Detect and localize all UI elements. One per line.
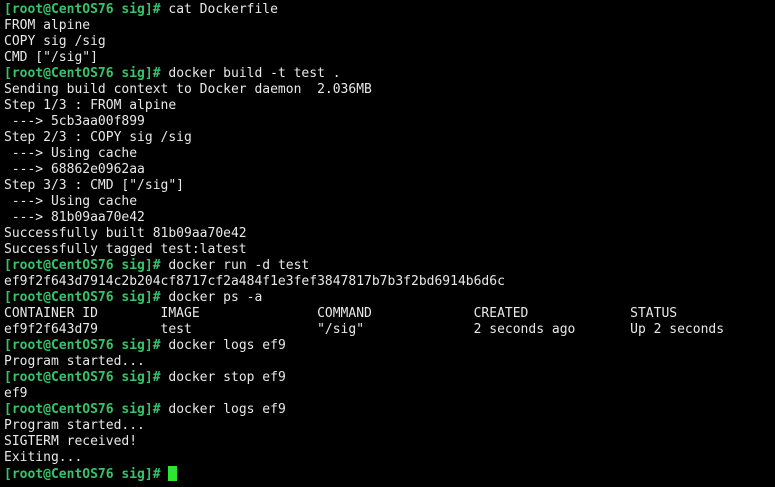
output-text: SIGTERM received! (4, 434, 138, 449)
output-line: ---> 5cb3aa00f899 (4, 114, 771, 130)
output-text: Successfully tagged test:latest (4, 242, 247, 257)
output-text: ef9f2f643d79 test "/sig" 2 seconds ago U… (4, 322, 725, 337)
shell-prompt: [root@CentOS76 sig]# (4, 290, 169, 305)
output-text: ef9 (4, 386, 28, 401)
output-text: Exiting... (4, 450, 83, 465)
output-line: ---> 68862e0962aa (4, 162, 771, 178)
command-line: [root@CentOS76 sig]# docker stop ef9 (4, 370, 771, 386)
output-line: CONTAINER ID IMAGE COMMAND CREATED STATU… (4, 306, 771, 322)
output-line: SIGTERM received! (4, 434, 771, 450)
command-text: docker run -d test (168, 258, 310, 273)
output-text: ---> 5cb3aa00f899 (4, 114, 145, 129)
output-line: ---> Using cache (4, 146, 771, 162)
output-text: ---> 68862e0962aa (4, 162, 145, 177)
output-line: ef9f2f643d79 test "/sig" 2 seconds ago U… (4, 322, 771, 338)
output-text: COPY sig /sig (4, 34, 106, 49)
shell-prompt: [root@CentOS76 sig]# (4, 338, 169, 353)
shell-prompt: [root@CentOS76 sig]# (4, 370, 169, 385)
output-line: FROM alpine (4, 18, 771, 34)
command-line: [root@CentOS76 sig]# docker logs ef9 (4, 402, 771, 418)
output-text: CMD ["/sig"] (4, 50, 98, 65)
command-text: docker logs ef9 (168, 338, 286, 353)
output-line: Sending build context to Docker daemon 2… (4, 82, 771, 98)
output-line: CMD ["/sig"] (4, 50, 771, 66)
command-line: [root@CentOS76 sig]# docker ps -a (4, 290, 771, 306)
output-text: CONTAINER ID IMAGE COMMAND CREATED STATU… (4, 306, 678, 321)
command-line: [root@CentOS76 sig]# docker run -d test (4, 258, 771, 274)
output-text: Program started... (4, 354, 145, 369)
shell-prompt: [root@CentOS76 sig]# (4, 2, 169, 17)
command-text: docker logs ef9 (168, 402, 286, 417)
shell-prompt: [root@CentOS76 sig]# (4, 402, 169, 417)
shell-prompt: [root@CentOS76 sig]# (4, 467, 169, 482)
command-text: cat Dockerfile (168, 2, 278, 17)
command-line: [root@CentOS76 sig]# cat Dockerfile (4, 2, 771, 18)
command-text: docker ps -a (168, 290, 263, 305)
output-text: Step 1/3 : FROM alpine (4, 98, 177, 113)
terminal-window[interactable]: [root@CentOS76 sig]# cat Dockerfile FROM … (0, 0, 775, 487)
shell-prompt: [root@CentOS76 sig]# (4, 258, 169, 273)
output-text: Sending build context to Docker daemon 2… (4, 82, 372, 97)
output-line: Successfully built 81b09aa70e42 (4, 226, 771, 242)
output-line: Exiting... (4, 450, 771, 466)
command-text: docker build -t test . (168, 66, 341, 81)
output-line: Successfully tagged test:latest (4, 242, 771, 258)
output-text: Successfully built 81b09aa70e42 (4, 226, 247, 241)
output-line: Program started... (4, 354, 771, 370)
output-line: ef9 (4, 386, 771, 402)
output-line: COPY sig /sig (4, 34, 771, 50)
output-line: ---> Using cache (4, 194, 771, 210)
shell-prompt: [root@CentOS76 sig]# (4, 66, 169, 81)
command-text: docker stop ef9 (168, 370, 286, 385)
output-text: ---> 81b09aa70e42 (4, 210, 145, 225)
output-text: ---> Using cache (4, 146, 138, 161)
output-line: Step 1/3 : FROM alpine (4, 98, 771, 114)
active-prompt-line: [root@CentOS76 sig]# (4, 466, 771, 482)
output-text: Step 2/3 : COPY sig /sig (4, 130, 192, 145)
output-line: Step 2/3 : COPY sig /sig (4, 130, 771, 146)
output-line: Step 3/3 : CMD ["/sig"] (4, 178, 771, 194)
output-line: Program started... (4, 418, 771, 434)
output-text: Program started... (4, 418, 145, 433)
output-text: ---> Using cache (4, 194, 138, 209)
command-line: [root@CentOS76 sig]# docker logs ef9 (4, 338, 771, 354)
output-line: ---> 81b09aa70e42 (4, 210, 771, 226)
output-text: ef9f2f643d7914c2b204cf8717cf2a484f1e3fef… (4, 274, 505, 289)
output-text: Step 3/3 : CMD ["/sig"] (4, 178, 185, 193)
command-line: [root@CentOS76 sig]# docker build -t tes… (4, 66, 771, 82)
output-line: ef9f2f643d7914c2b204cf8717cf2a484f1e3fef… (4, 274, 771, 290)
output-text: FROM alpine (4, 18, 91, 33)
terminal-cursor[interactable] (168, 466, 178, 481)
